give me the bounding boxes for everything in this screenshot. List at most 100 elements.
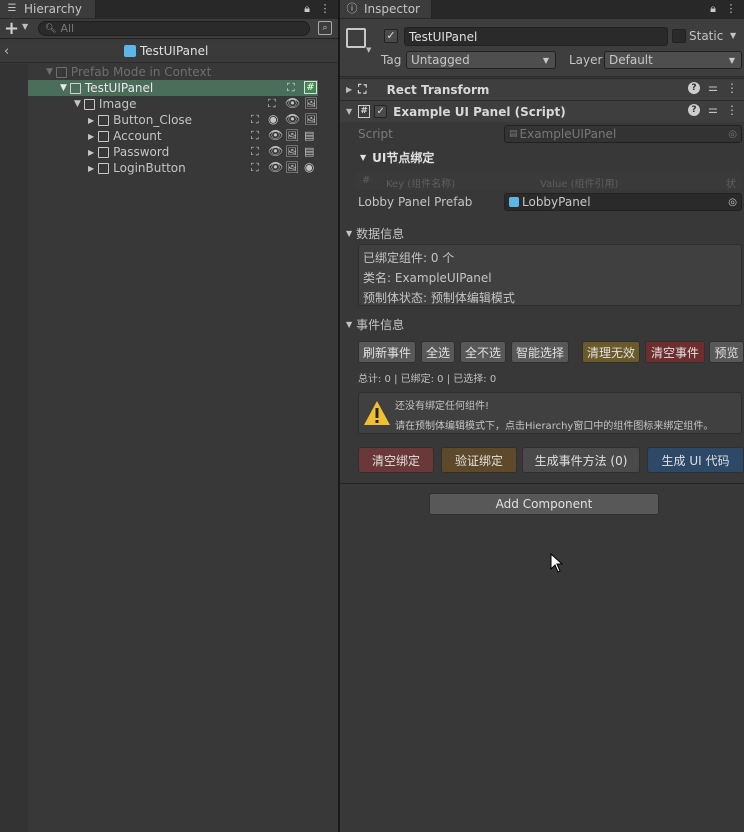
lock-icon[interactable]: 🔒︎ [706, 2, 720, 16]
static-label: Static [689, 29, 724, 43]
smart-select-button[interactable]: 智能选择 [511, 341, 569, 363]
button-icon[interactable]: ◉ [268, 112, 278, 126]
rect-transform-icon[interactable]: ⛶ [287, 81, 295, 95]
rect-transform-icon[interactable]: ⛶ [251, 161, 259, 175]
static-checkbox[interactable] [672, 29, 686, 43]
tree-item-button-close[interactable]: ▶ Button_Close [88, 112, 192, 128]
image-icon[interactable]: 🖼︎ [304, 97, 318, 110]
help-icon[interactable]: ? [688, 104, 700, 116]
script-badge-icon[interactable]: # [304, 81, 317, 94]
select-all-button[interactable]: 全选 [421, 341, 455, 363]
eye-icon[interactable]: 👁︎ [285, 112, 300, 126]
collapse-arrow-icon: ▶ [346, 85, 353, 94]
image-icon[interactable]: 🖼︎ [304, 113, 318, 126]
component-header-script[interactable]: ▼ # ✓ Example UI Panel (Script) [340, 100, 744, 122]
collapse-arrow-icon: ▶ [88, 115, 95, 125]
cube-icon [69, 82, 81, 94]
clear-binding-button[interactable]: 清空绑定 [358, 447, 434, 473]
collapse-arrow-icon: ▶ [88, 147, 95, 157]
script-field: ▤ ExampleUIPanel ◎ [504, 125, 742, 143]
icon-dropdown-icon[interactable]: ▼ [366, 46, 371, 54]
generate-event-methods-button[interactable]: 生成事件方法 (0) [522, 447, 640, 473]
expand-arrow-icon: ▼ [346, 229, 353, 238]
hierarchy-tab-label: Hierarchy [24, 2, 83, 16]
image-icon[interactable]: 🖼︎ [285, 161, 299, 174]
tree-item-loginbutton[interactable]: ▶ LoginButton [88, 160, 186, 176]
search-options-icon[interactable]: ⌕ [318, 21, 332, 35]
script-label: Script [358, 127, 393, 141]
generate-ui-code-button[interactable]: 生成 UI 代码 [647, 447, 744, 473]
input-field-icon[interactable]: ▤ [304, 129, 314, 142]
image-icon[interactable]: 🖼︎ [285, 145, 299, 158]
preview-button[interactable]: 预览 [709, 341, 744, 363]
tree-item-image[interactable]: ▼ Image [74, 96, 137, 112]
chevron-down-icon[interactable]: ▼ [22, 22, 28, 31]
tree-item-prefab-context[interactable]: ▼ Prefab Mode in Context [46, 64, 211, 80]
class-name-line: 类名: ExampleUIPanel [363, 271, 492, 285]
select-none-button[interactable]: 全不选 [460, 341, 506, 363]
preset-icon[interactable]: ⚌ [708, 81, 718, 94]
component-divider [340, 483, 744, 484]
object-picker-icon[interactable]: ◎ [728, 197, 737, 208]
clean-invalid-button[interactable]: 清理无效 [582, 341, 640, 363]
component-header-rect-transform[interactable]: ▶ ⛶ Rect Transform [340, 78, 744, 100]
prefab-cube-icon [124, 45, 136, 57]
eye-icon[interactable]: 👁︎ [268, 128, 283, 142]
tree-item-password[interactable]: ▶ Password [88, 144, 169, 160]
expand-arrow-icon: ▼ [74, 99, 81, 109]
button-icon[interactable]: ◉ [304, 160, 314, 174]
object-name-field[interactable]: TestUIPanel [404, 27, 668, 46]
rect-transform-icon[interactable]: ⛶ [268, 97, 276, 111]
binding-table-header: # Key (组件名称) Value (组件引用) 状 [356, 172, 742, 190]
cube-icon [83, 98, 95, 110]
image-icon[interactable]: 🖼︎ [285, 129, 299, 142]
binding-section-header[interactable]: ▼ UI节点绑定 [360, 149, 434, 166]
eye-icon[interactable]: 👁︎ [285, 96, 300, 110]
search-input[interactable]: 🔍︎ All [38, 21, 310, 36]
script-file-icon: ▤ [509, 129, 518, 139]
add-component-button[interactable]: Add Component [429, 493, 659, 515]
warning-title: 还没有绑定任何组件! [395, 401, 490, 412]
input-field-icon[interactable]: ▤ [304, 145, 314, 158]
component-enabled-checkbox[interactable]: ✓ [374, 105, 388, 118]
cube-icon [55, 66, 67, 78]
clear-events-button[interactable]: 清空事件 [645, 341, 705, 363]
rect-transform-icon[interactable]: ⛶ [251, 129, 259, 143]
eye-icon[interactable]: 👁︎ [268, 144, 283, 158]
layer-dropdown[interactable]: Default ▼ [604, 51, 742, 69]
mouse-cursor-icon [550, 553, 564, 573]
rect-transform-icon[interactable]: ⛶ [251, 113, 259, 127]
warning-icon [364, 401, 390, 425]
tree-item-testuipanel[interactable]: ▼ TestUIPanel [60, 80, 153, 96]
back-chevron-icon[interactable]: ‹ [4, 44, 9, 59]
static-dropdown-icon[interactable]: ▼ [730, 31, 736, 40]
tree-item-account[interactable]: ▶ Account [88, 128, 162, 144]
component-menu-icon[interactable]: ⋮ [726, 103, 738, 117]
rect-transform-icon[interactable]: ⛶ [251, 145, 259, 159]
warning-box: 还没有绑定任何组件! 请在预制体编辑模式下，点击Hierarchy窗口中的组件图… [358, 392, 742, 434]
cube-icon [98, 114, 110, 126]
add-plus-icon[interactable]: + [4, 18, 19, 39]
tab-inspector[interactable]: ⓘ Inspector [340, 0, 432, 18]
lobby-panel-field[interactable]: LobbyPanel ◎ [504, 193, 742, 211]
preset-icon[interactable]: ⚌ [708, 103, 718, 116]
help-icon[interactable]: ? [688, 82, 700, 94]
more-menu-icon[interactable]: ⋮ [318, 2, 332, 16]
expand-arrow-icon: ▼ [346, 320, 353, 329]
event-section-header[interactable]: ▼ 事件信息 [346, 316, 404, 333]
cube-icon [98, 162, 110, 174]
tag-dropdown[interactable]: Untagged ▼ [406, 51, 556, 69]
refresh-events-button[interactable]: 刷新事件 [358, 341, 416, 363]
chevron-down-icon: ▼ [728, 55, 735, 65]
gameobject-cube-icon [346, 28, 366, 48]
data-section-header[interactable]: ▼ 数据信息 [346, 225, 404, 242]
lobby-panel-label: Lobby Panel Prefab [358, 195, 473, 209]
lock-icon[interactable]: 🔒︎ [300, 2, 314, 16]
more-menu-icon[interactable]: ⋮ [724, 2, 738, 16]
tab-hierarchy[interactable]: ☰ Hierarchy [0, 0, 96, 18]
validate-binding-button[interactable]: 验证绑定 [441, 447, 517, 473]
prefab-title: TestUIPanel [124, 44, 208, 58]
active-checkbox[interactable]: ✓ [384, 29, 398, 43]
eye-icon[interactable]: 👁︎ [268, 160, 283, 174]
component-menu-icon[interactable]: ⋮ [726, 81, 738, 95]
